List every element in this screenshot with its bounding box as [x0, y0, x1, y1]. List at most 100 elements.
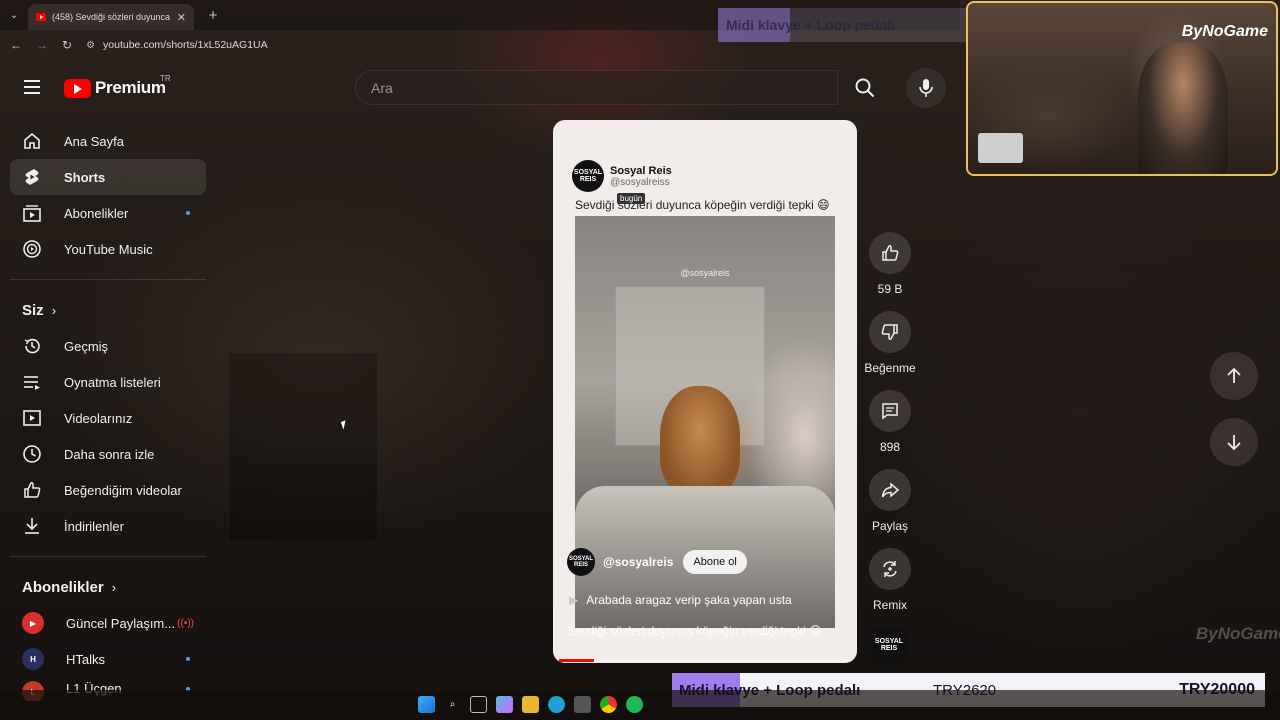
- comment-count: 898: [879, 440, 901, 454]
- video-progress-bar[interactable]: [559, 659, 851, 662]
- subscribe-button[interactable]: Abone ol: [683, 550, 747, 574]
- voice-search-button[interactable]: [906, 68, 946, 108]
- previous-short-button[interactable]: [1210, 352, 1258, 400]
- sidebar-divider: [10, 279, 206, 280]
- sidebar-item-shorts[interactable]: Shorts: [10, 159, 206, 195]
- sidebar-item-label: Geçmiş: [64, 338, 109, 354]
- browser-tab[interactable]: (458) Sevdiği sözleri duyunca ✕: [28, 4, 194, 30]
- dislike-icon: [881, 324, 898, 340]
- new-tab-icon[interactable]: +: [200, 7, 226, 24]
- close-tab-icon[interactable]: ✕: [177, 11, 186, 24]
- sound-title: Arabada aragaz verip şaka yapan usta: [586, 593, 792, 607]
- tab-search-chevron-icon[interactable]: ⌄: [0, 0, 28, 30]
- file-explorer-icon[interactable]: [522, 696, 539, 713]
- sidebar-item-watch-later[interactable]: Daha sonra izle: [10, 436, 206, 472]
- live-icon: ((•)): [177, 617, 194, 629]
- search-input[interactable]: Ara: [355, 70, 838, 105]
- share-button[interactable]: [869, 469, 911, 511]
- downloads-icon: [22, 516, 42, 536]
- spotify-icon[interactable]: [626, 696, 643, 713]
- task-view-icon[interactable]: [470, 696, 487, 713]
- sidebar-item-downloads[interactable]: İndirilenler: [10, 508, 206, 544]
- url-text: youtube.com/shorts/1xL52uAG1UA: [103, 39, 268, 51]
- channel-avatar[interactable]: SOSYAL REIS: [572, 160, 604, 192]
- play-icon: ▶: [569, 593, 579, 607]
- share-action[interactable]: Paylaş: [862, 469, 918, 533]
- microphone-icon: [919, 79, 933, 97]
- copilot-icon[interactable]: [496, 696, 513, 713]
- arrow-down-icon: [1227, 435, 1241, 451]
- channel-handle[interactable]: @sosyalreis: [603, 555, 673, 569]
- section-title: Siz: [22, 301, 44, 319]
- windows-start-icon[interactable]: [418, 696, 435, 713]
- sidebar-section-you[interactable]: Siz ›: [10, 292, 206, 328]
- comment-action[interactable]: 898: [862, 390, 918, 454]
- taskbar-icons: ⌕: [418, 696, 643, 713]
- youtube-logo[interactable]: Premium TR: [64, 74, 171, 98]
- sidebar-item-label: Shorts: [64, 169, 106, 185]
- youtube-logo-icon: [64, 78, 91, 98]
- sidebar-item-liked-videos[interactable]: Beğendiğim videolar: [10, 472, 206, 508]
- section-title: Abonelikler: [22, 578, 104, 596]
- playlists-icon: [22, 372, 42, 392]
- reload-icon[interactable]: ↻: [62, 38, 72, 52]
- streamer: [1138, 43, 1228, 174]
- channel-thumbnail[interactable]: SOSYAL REIS: [871, 627, 907, 663]
- url-field[interactable]: ⚙ youtube.com/shorts/1xL52uAG1UA: [86, 39, 268, 51]
- taskbar: ⌕: [0, 690, 1280, 720]
- sidebar-item-history[interactable]: Geçmiş: [10, 328, 206, 364]
- share-icon: [881, 482, 900, 498]
- post-header: SOSYAL REIS Sosyal Reis @sosyalreiss: [572, 160, 672, 192]
- short-card[interactable]: SOSYAL REIS Sosyal Reis @sosyalreiss Sev…: [553, 120, 857, 663]
- remix-label: Remix: [872, 598, 907, 612]
- banner-text: Midi klavye + Loop pedalı: [726, 17, 896, 33]
- like-count: 59 B: [877, 282, 903, 296]
- like-button[interactable]: [869, 232, 911, 274]
- search-button[interactable]: [838, 70, 892, 105]
- sidebar-item-your-videos[interactable]: Videolarınız: [10, 400, 206, 436]
- subscriptions-icon: [22, 203, 42, 223]
- midi-pad: [978, 133, 1023, 163]
- sidebar-section-subscriptions[interactable]: Abonelikler ›: [10, 569, 206, 605]
- channel-avatar: ▶: [22, 612, 44, 634]
- edge-icon[interactable]: [548, 696, 565, 713]
- your-videos-icon: [22, 408, 42, 428]
- watch-later-icon: [22, 444, 42, 464]
- youtube-favicon-icon: [36, 13, 46, 21]
- store-icon[interactable]: [574, 696, 591, 713]
- remix-action[interactable]: Remix: [862, 548, 918, 612]
- remix-button[interactable]: [869, 548, 911, 590]
- channel-name[interactable]: Sosyal Reis: [610, 165, 672, 177]
- search-icon[interactable]: ⌕: [444, 696, 461, 713]
- sidebar-subscription-guncel[interactable]: ▶ Güncel Paylaşım... ((•)): [10, 605, 206, 641]
- new-content-dot: [186, 211, 190, 215]
- dislike-button[interactable]: [869, 311, 911, 353]
- sidebar-item-youtube-music[interactable]: YouTube Music: [10, 231, 206, 267]
- channel-avatar[interactable]: SOSYAL REIS: [567, 548, 595, 576]
- site-info-icon[interactable]: ⚙: [86, 40, 95, 51]
- chrome-icon[interactable]: [600, 696, 617, 713]
- menu-icon[interactable]: [24, 80, 40, 94]
- youtube-music-icon: [22, 239, 42, 259]
- dislike-action[interactable]: Beğenme: [862, 311, 918, 375]
- sidebar-item-label: Daha sonra izle: [64, 446, 155, 462]
- short-description: Sevdiği sözleri duyunca köpeğin verdiği …: [567, 624, 822, 638]
- webcam-overlay: ByNoGame: [966, 1, 1278, 176]
- sidebar-subscription-htalks[interactable]: H HTalks: [10, 641, 206, 677]
- sound-link[interactable]: ▶ Arabada aragaz verip şaka yapan usta: [569, 593, 792, 607]
- forward-icon[interactable]: →: [36, 38, 48, 52]
- next-short-button[interactable]: [1210, 418, 1258, 466]
- tab-title: (458) Sevdiği sözleri duyunca: [52, 12, 171, 22]
- channel-row: SOSYAL REIS @sosyalreis Abone ol: [567, 548, 747, 576]
- sidebar-item-label: HTalks: [66, 651, 106, 667]
- comment-button[interactable]: [869, 390, 911, 432]
- sidebar-item-home[interactable]: Ana Sayfa: [10, 123, 206, 159]
- top-goal-banner: Midi klavye + Loop pedalı: [718, 8, 966, 42]
- sidebar-divider: [10, 556, 206, 557]
- like-action[interactable]: 59 B: [862, 232, 918, 296]
- sidebar-item-label: Beğendiğim videolar: [64, 482, 182, 498]
- sidebar-item-playlists[interactable]: Oynatma listeleri: [10, 364, 206, 400]
- back-icon[interactable]: ←: [10, 38, 22, 52]
- sidebar-item-subscriptions[interactable]: Abonelikler: [10, 195, 206, 231]
- search-placeholder: Ara: [371, 79, 393, 96]
